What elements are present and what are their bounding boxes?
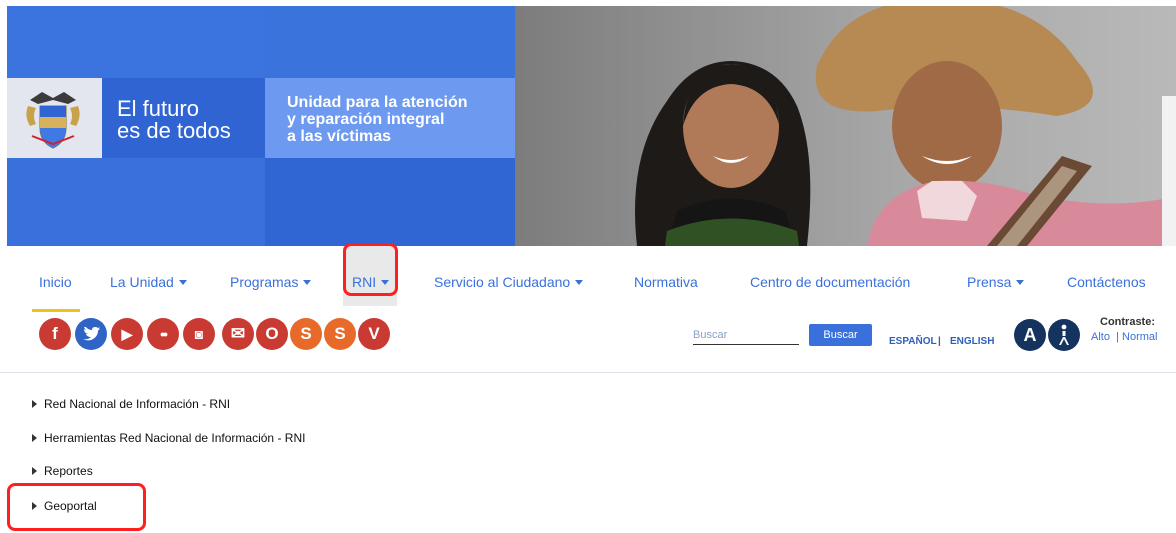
- contrast-separator: |: [1116, 331, 1119, 343]
- social-glyph: S: [334, 324, 346, 343]
- header-banner: El futuro es de todos Unidad para la ate…: [7, 6, 1176, 246]
- banner-photo: [635, 6, 1176, 246]
- instagram-icon[interactable]: ◙: [183, 318, 215, 350]
- contrast-title: Contraste:: [1100, 316, 1156, 328]
- active-nav-indicator: [32, 309, 80, 312]
- nav-item-centro-de-documentacion[interactable]: Centro de documentación: [750, 274, 910, 290]
- banner-block: [7, 158, 265, 246]
- facebook-icon[interactable]: f: [39, 318, 71, 350]
- entity-name: Unidad para la atención y reparación int…: [287, 94, 467, 145]
- youtube-icon[interactable]: ▶: [111, 318, 143, 350]
- rni-dropdown-menu: Red Nacional de Información - RNI Herram…: [7, 373, 1176, 533]
- entity-name-line: y reparación integral: [287, 111, 445, 128]
- government-slogan: El futuro es de todos: [117, 98, 231, 142]
- nav-item-servicio-al-ciudadano[interactable]: Servicio al Ciudadano: [434, 274, 584, 290]
- twitter-bird-icon: [83, 327, 100, 341]
- email-icon[interactable]: ✉: [222, 318, 254, 350]
- banner-block: [7, 6, 265, 78]
- nav-item-label: Programas: [230, 274, 299, 290]
- v-icon[interactable]: V: [358, 318, 390, 350]
- geoportal-highlight-box: [7, 483, 146, 531]
- s-icon[interactable]: S: [324, 318, 356, 350]
- contrast-high-link[interactable]: Alto: [1091, 331, 1110, 343]
- caret-down-icon: [575, 280, 584, 285]
- submenu-item-label: Red Nacional de Información - RNI: [44, 397, 231, 411]
- submenu-item-herramientas[interactable]: Herramientas Red Nacional de Información…: [32, 431, 305, 445]
- nav-item-normativa[interactable]: Normativa: [634, 274, 698, 290]
- nav-item-label: Normativa: [634, 274, 698, 290]
- nav-item-label: Inicio: [39, 274, 72, 290]
- social-glyph: f: [52, 324, 58, 343]
- nav-item-label: Centro de documentación: [750, 274, 911, 290]
- slogan-line: es de todos: [117, 118, 231, 143]
- entity-name-line: a las víctimas: [287, 128, 392, 145]
- triangle-right-icon: [32, 434, 37, 442]
- triangle-right-icon: [32, 467, 37, 475]
- language-english-link[interactable]: ENGLISH: [950, 336, 994, 347]
- contrast-normal-link[interactable]: Normal: [1122, 331, 1157, 343]
- submenu-item-label: Reportes: [44, 464, 93, 478]
- search-input[interactable]: [693, 326, 799, 345]
- social-glyph: ▶: [121, 325, 133, 342]
- nav-item-label: Servicio al Ciudadano: [434, 274, 571, 290]
- social-glyph: ••: [160, 326, 168, 342]
- nav-item-label: Prensa: [967, 274, 1012, 290]
- nav-item-label: La Unidad: [110, 274, 174, 290]
- colombia-coat-of-arms-icon: [26, 92, 80, 149]
- social-glyph: V: [368, 324, 380, 343]
- submenu-item-red-nacional[interactable]: Red Nacional de Información - RNI: [32, 397, 230, 411]
- nav-item-inicio[interactable]: Inicio: [39, 274, 72, 290]
- caret-down-icon: [178, 280, 187, 285]
- social-glyph: ◙: [194, 326, 204, 342]
- entity-name-line: Unidad para la atención: [287, 94, 468, 111]
- o-icon[interactable]: O: [256, 318, 288, 350]
- triangle-right-icon: [32, 400, 37, 408]
- search-button[interactable]: Buscar: [809, 324, 872, 346]
- nav-item-label: Contáctenos: [1067, 274, 1146, 290]
- rni-highlight-box: [343, 243, 398, 296]
- social-glyph: ✉: [230, 324, 246, 343]
- slogan-line: El futuro: [117, 96, 199, 121]
- nav-item-programas[interactable]: Programas: [230, 274, 312, 290]
- banner-block: [265, 158, 515, 246]
- nav-item-la-unidad[interactable]: La Unidad: [110, 274, 187, 290]
- submenu-item-reportes[interactable]: Reportes: [32, 464, 93, 478]
- caret-down-icon: [303, 280, 312, 285]
- submenu-item-label: Herramientas Red Nacional de Información…: [44, 431, 306, 445]
- social-glyph: S: [300, 324, 312, 343]
- twitter-icon[interactable]: [75, 318, 107, 350]
- contrast-options: Alto | Normal: [1091, 331, 1157, 343]
- language-spanish-link[interactable]: ESPAÑOL: [889, 336, 937, 347]
- language-separator: |: [938, 336, 941, 347]
- flickr-icon[interactable]: ••: [147, 318, 179, 350]
- caret-down-icon: [1016, 280, 1025, 285]
- text-size-glyph: A: [1023, 324, 1037, 345]
- social-glyph: O: [265, 324, 279, 343]
- nav-item-contactenos[interactable]: Contáctenos: [1067, 274, 1146, 290]
- accessibility-person-icon: [1059, 324, 1069, 345]
- accessibility-button[interactable]: [1048, 319, 1080, 351]
- s-icon[interactable]: S: [290, 318, 322, 350]
- text-size-button[interactable]: A: [1014, 319, 1046, 351]
- nav-item-prensa[interactable]: Prensa: [967, 274, 1025, 290]
- main-navigation: Inicio La Unidad Programas RNI Servicio …: [0, 243, 1176, 373]
